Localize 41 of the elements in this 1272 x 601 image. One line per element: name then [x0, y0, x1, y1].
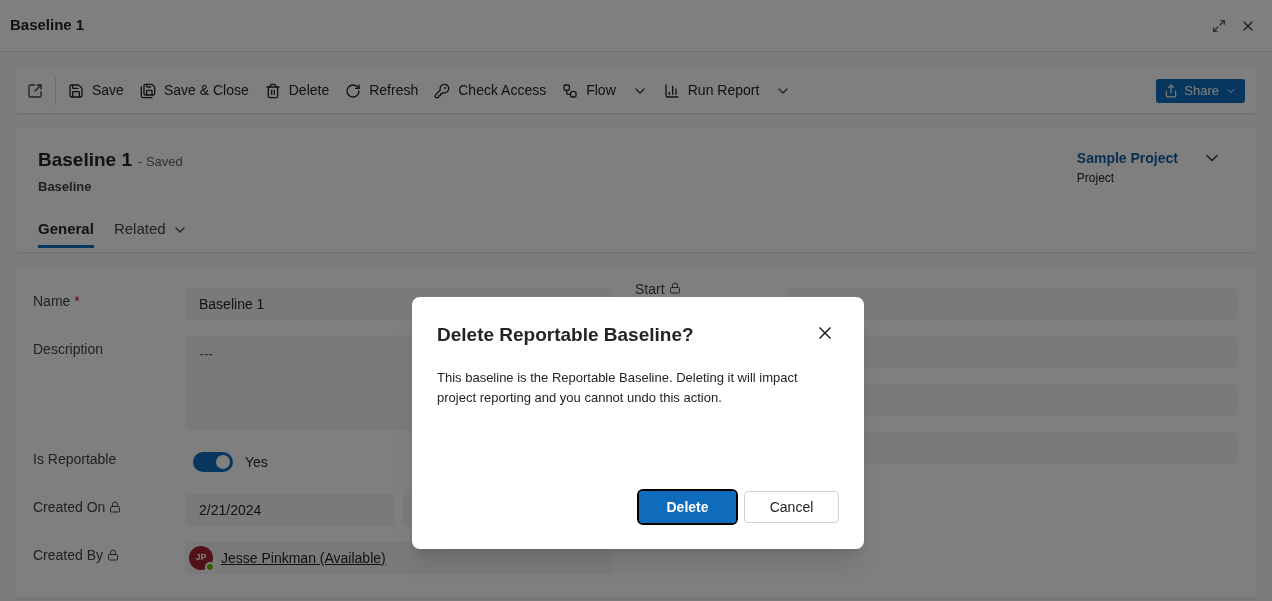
- save-icon: [68, 82, 84, 99]
- field-label: Description: [33, 340, 104, 359]
- save-status: - Saved: [138, 153, 183, 171]
- expand-icon[interactable]: [1212, 18, 1226, 33]
- delete-button[interactable]: Delete: [639, 491, 736, 523]
- refresh-icon: [345, 82, 362, 99]
- window-title: Baseline 1: [10, 15, 85, 36]
- share-button[interactable]: Share: [1156, 78, 1245, 103]
- tab[interactable]: Related: [113, 214, 188, 248]
- person-link[interactable]: Jesse Pinkman (Available): [221, 547, 386, 569]
- required-mark: *: [74, 292, 80, 311]
- lock-icon: [668, 282, 681, 294]
- share-icon: [1164, 83, 1179, 98]
- field-label: Is Reportable: [33, 450, 117, 469]
- toolbar-button[interactable]: Check Access: [426, 72, 555, 109]
- toolbar-button[interactable]: Delete: [256, 72, 338, 109]
- avatar: JP: [189, 546, 213, 570]
- field-label: Start: [635, 281, 665, 297]
- chart-icon: [663, 82, 680, 99]
- project-link[interactable]: Sample Project: [1076, 148, 1178, 169]
- toolbar-button[interactable]: Refresh: [337, 72, 427, 109]
- key-icon: [434, 82, 451, 99]
- toolbar-button[interactable]: Run Report: [655, 72, 800, 109]
- toolbar-button[interactable]: Flow: [554, 72, 656, 109]
- field-label: Created By: [33, 546, 104, 565]
- record-title: Baseline 1: [38, 148, 132, 172]
- toolbar-button[interactable]: Save & Close: [131, 72, 257, 109]
- project-type: Project: [1076, 170, 1116, 187]
- toggle-switch[interactable]: [193, 452, 233, 472]
- field-label: Created On: [33, 498, 106, 517]
- flow-icon: [562, 82, 579, 99]
- popout-icon[interactable]: [27, 82, 43, 99]
- date-field[interactable]: 2/21/2024: [185, 494, 395, 526]
- toggle-value: Yes: [245, 452, 268, 472]
- save-all-icon: [139, 82, 156, 99]
- cancel-button[interactable]: Cancel: [744, 491, 839, 523]
- trash-icon: [264, 82, 281, 99]
- tab[interactable]: General: [38, 214, 94, 248]
- entity-name: Baseline: [38, 177, 93, 196]
- toolbar-button[interactable]: Save: [60, 72, 132, 109]
- field-label: Name: [33, 292, 71, 311]
